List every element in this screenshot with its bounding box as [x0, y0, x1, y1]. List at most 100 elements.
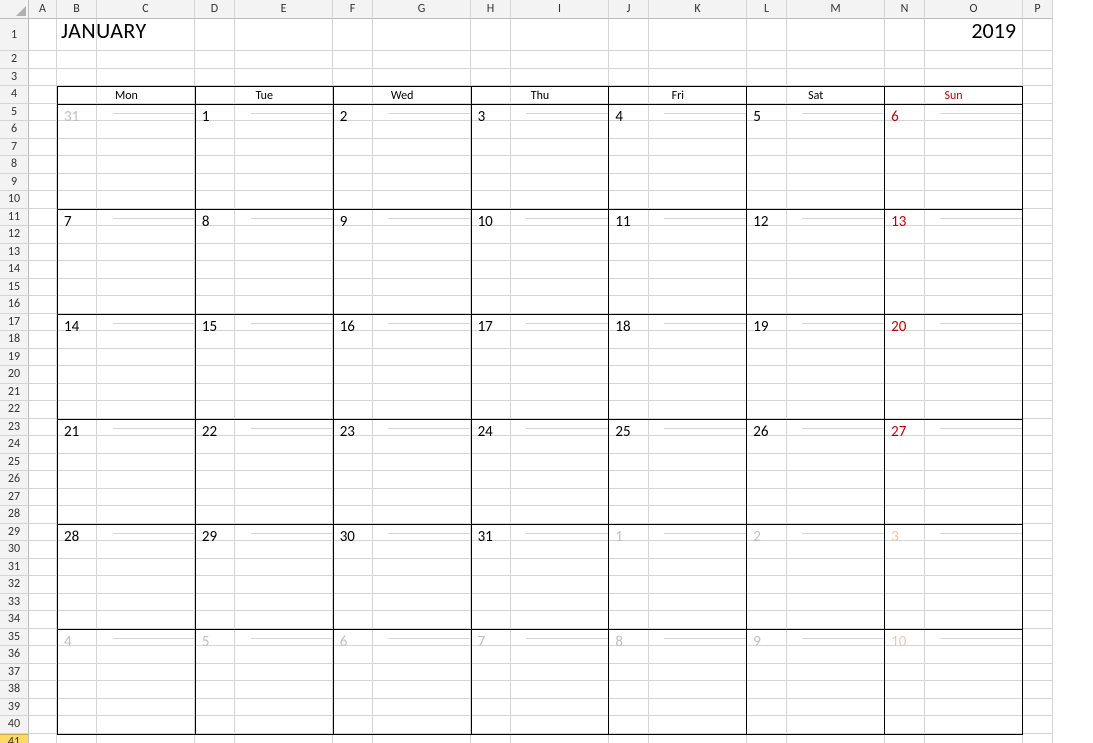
cell-J35[interactable] — [609, 629, 649, 647]
cell-F18[interactable] — [333, 331, 373, 349]
cell-N10[interactable] — [885, 191, 925, 209]
cell-A41[interactable] — [29, 734, 57, 743]
cell-D15[interactable] — [195, 279, 235, 297]
cell-O20[interactable] — [925, 366, 1023, 384]
cell-F40[interactable] — [333, 716, 373, 734]
cell-O27[interactable] — [925, 489, 1023, 507]
cell-H15[interactable] — [471, 279, 511, 297]
cell-M35[interactable] — [787, 629, 885, 647]
cell-C32[interactable] — [97, 576, 195, 594]
cell-F9[interactable] — [333, 174, 373, 192]
cell-L6[interactable] — [747, 121, 787, 139]
cell-L13[interactable] — [747, 244, 787, 262]
cell-M4[interactable] — [787, 86, 885, 104]
row-header-16[interactable]: 16 — [0, 296, 29, 314]
cell-M8[interactable] — [787, 156, 885, 174]
cell-C29[interactable] — [97, 524, 195, 542]
cell-K26[interactable] — [649, 471, 747, 489]
cell-B36[interactable] — [57, 646, 97, 664]
cell-J33[interactable] — [609, 594, 649, 612]
cell-M37[interactable] — [787, 664, 885, 682]
row-header-28[interactable]: 28 — [0, 506, 29, 524]
cell-D13[interactable] — [195, 244, 235, 262]
cell-M17[interactable] — [787, 314, 885, 332]
cell-D21[interactable] — [195, 384, 235, 402]
cell-L2[interactable] — [747, 51, 787, 69]
cell-B3[interactable] — [57, 69, 97, 87]
cell-O5[interactable] — [925, 104, 1023, 122]
cell-C40[interactable] — [97, 716, 195, 734]
cell-grid[interactable]: JANUARY2019 — [29, 19, 1053, 743]
cell-K36[interactable] — [649, 646, 747, 664]
cell-G3[interactable] — [373, 69, 471, 87]
cell-H20[interactable] — [471, 366, 511, 384]
cell-C22[interactable] — [97, 401, 195, 419]
cell-O30[interactable] — [925, 541, 1023, 559]
cell-J9[interactable] — [609, 174, 649, 192]
cell-K19[interactable] — [649, 349, 747, 367]
cell-H12[interactable] — [471, 226, 511, 244]
cell-E37[interactable] — [235, 664, 333, 682]
cell-N3[interactable] — [885, 69, 925, 87]
cell-O32[interactable] — [925, 576, 1023, 594]
cell-P26[interactable] — [1023, 471, 1053, 489]
cell-E14[interactable] — [235, 261, 333, 279]
cell-I29[interactable] — [511, 524, 609, 542]
cell-H4[interactable] — [471, 86, 511, 104]
cell-I15[interactable] — [511, 279, 609, 297]
cell-L41[interactable] — [747, 734, 787, 743]
cell-J3[interactable] — [609, 69, 649, 87]
cell-J17[interactable] — [609, 314, 649, 332]
cell-D4[interactable] — [195, 86, 235, 104]
cell-O6[interactable] — [925, 121, 1023, 139]
cell-O2[interactable] — [925, 51, 1023, 69]
cell-J31[interactable] — [609, 559, 649, 577]
row-header-25[interactable]: 25 — [0, 454, 29, 472]
cell-H13[interactable] — [471, 244, 511, 262]
cell-F39[interactable] — [333, 699, 373, 717]
cell-P14[interactable] — [1023, 261, 1053, 279]
row-header-8[interactable]: 8 — [0, 156, 29, 174]
cell-H28[interactable] — [471, 506, 511, 524]
row-header-23[interactable]: 23 — [0, 419, 29, 437]
cell-C18[interactable] — [97, 331, 195, 349]
cell-B32[interactable] — [57, 576, 97, 594]
cell-I41[interactable] — [511, 734, 609, 743]
cell-M38[interactable] — [787, 681, 885, 699]
cell-M41[interactable] — [787, 734, 885, 743]
cell-H8[interactable] — [471, 156, 511, 174]
cell-C5[interactable] — [97, 104, 195, 122]
cell-A32[interactable] — [29, 576, 57, 594]
cell-H37[interactable] — [471, 664, 511, 682]
cell-A8[interactable] — [29, 156, 57, 174]
cell-G23[interactable] — [373, 419, 471, 437]
cell-L7[interactable] — [747, 139, 787, 157]
cell-I28[interactable] — [511, 506, 609, 524]
cell-L15[interactable] — [747, 279, 787, 297]
cell-O8[interactable] — [925, 156, 1023, 174]
row-header-7[interactable]: 7 — [0, 139, 29, 157]
cell-K21[interactable] — [649, 384, 747, 402]
cell-L34[interactable] — [747, 611, 787, 629]
cell-D22[interactable] — [195, 401, 235, 419]
cell-J21[interactable] — [609, 384, 649, 402]
cell-G11[interactable] — [373, 209, 471, 227]
cell-B35[interactable] — [57, 629, 97, 647]
cell-E26[interactable] — [235, 471, 333, 489]
cell-B1[interactable]: JANUARY — [57, 19, 97, 51]
cell-H34[interactable] — [471, 611, 511, 629]
cell-E40[interactable] — [235, 716, 333, 734]
row-header-19[interactable]: 19 — [0, 349, 29, 367]
cell-M36[interactable] — [787, 646, 885, 664]
column-header-P[interactable]: P — [1023, 0, 1053, 19]
cell-L39[interactable] — [747, 699, 787, 717]
cell-F33[interactable] — [333, 594, 373, 612]
cell-I21[interactable] — [511, 384, 609, 402]
cell-O21[interactable] — [925, 384, 1023, 402]
cell-J4[interactable] — [609, 86, 649, 104]
cell-K29[interactable] — [649, 524, 747, 542]
cell-C27[interactable] — [97, 489, 195, 507]
cell-K12[interactable] — [649, 226, 747, 244]
cell-G28[interactable] — [373, 506, 471, 524]
cell-D9[interactable] — [195, 174, 235, 192]
